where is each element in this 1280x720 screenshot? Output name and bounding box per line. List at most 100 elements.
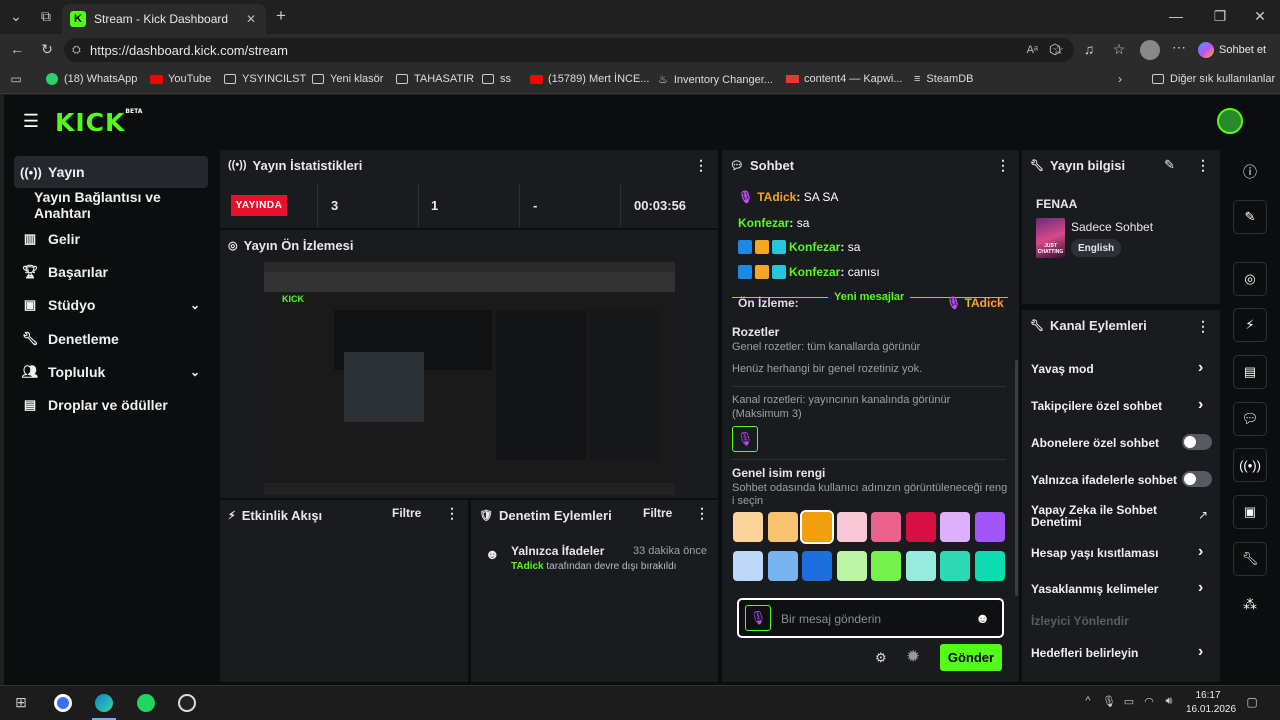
- wrench-tool-button[interactable]: 🔧︎: [1233, 542, 1267, 576]
- user-avatar[interactable]: [1217, 108, 1243, 134]
- sidebar-item-denetleme[interactable]: 🔧︎ Denetleme: [14, 323, 208, 355]
- chevron-right-icon[interactable]: ›: [1198, 396, 1203, 414]
- chat-scrollbar[interactable]: [1015, 360, 1018, 596]
- media-icon[interactable]: ♫: [1080, 41, 1098, 57]
- tab-menu-chevron-icon[interactable]: ⌄: [6, 8, 26, 25]
- color-swatch[interactable]: [871, 512, 901, 542]
- action-ai-moderation[interactable]: Yapay Zeka ile Sohbet Denetimi: [1031, 504, 1181, 528]
- bookmark-folder-yeni[interactable]: Yeni klasör: [312, 73, 383, 85]
- action-followers-only[interactable]: Takipçilere özel sohbet: [1031, 399, 1162, 413]
- sidebar-item-basarilar[interactable]: 🏆︎ Başarılar: [14, 256, 208, 288]
- action-account-age[interactable]: Hesap yaşı kısıtlaması: [1031, 546, 1158, 560]
- extensions-icon[interactable]: ⬡: [1046, 41, 1064, 58]
- broadcast-tool-button[interactable]: ((•)): [1233, 448, 1267, 482]
- sidebar-item-topluluk[interactable]: 👥︎ Topluluk ⌄: [14, 356, 208, 388]
- refresh-icon[interactable]: ↻: [38, 41, 56, 58]
- profile-avatar[interactable]: [1140, 40, 1160, 60]
- chevron-right-icon[interactable]: ›: [1198, 643, 1203, 661]
- color-swatch[interactable]: [733, 551, 763, 581]
- chat-tool-button[interactable]: 💬︎: [1233, 402, 1267, 436]
- stream-preview-video[interactable]: KICK: [264, 262, 675, 495]
- bookmarks-more-icon[interactable]: ›: [1114, 72, 1126, 86]
- emoji-picker-icon[interactable]: ☻: [975, 610, 990, 626]
- bookmark-whatsapp[interactable]: (18) WhatsApp: [46, 73, 137, 85]
- new-tab-icon[interactable]: +: [272, 6, 290, 26]
- chat-gear-badge-icon[interactable]: ✹: [906, 647, 920, 667]
- bookmark-youtube[interactable]: YouTube: [150, 73, 211, 85]
- chat-username[interactable]: Konfezar: [738, 216, 789, 230]
- kick-logo[interactable]: KICKBETA: [55, 108, 142, 137]
- stream-info-menu-icon[interactable]: ⋮: [1196, 157, 1210, 174]
- sidebar-item-studyo[interactable]: ▣ Stüdyo ⌄: [14, 289, 208, 321]
- category-thumbnail[interactable]: JUST CHATTING: [1036, 218, 1065, 258]
- microphone-icon[interactable]: 🎙︎: [1102, 695, 1116, 708]
- chat-menu-icon[interactable]: ⋮: [996, 157, 1010, 174]
- moderation-menu-icon[interactable]: ⋮: [695, 505, 709, 522]
- clock[interactable]: 16:17 16.01.2026: [1186, 689, 1236, 717]
- color-swatch[interactable]: [871, 551, 901, 581]
- chat-username[interactable]: Konfezar: [789, 265, 840, 279]
- chat-settings-icon[interactable]: ⚙: [875, 650, 887, 666]
- site-info-icon[interactable]: ⛭: [72, 44, 81, 57]
- moderation-filter-button[interactable]: Filtre: [643, 506, 672, 520]
- color-swatch[interactable]: [905, 551, 936, 581]
- color-swatch[interactable]: [974, 551, 1005, 581]
- wifi-icon[interactable]: ◠: [1142, 695, 1156, 708]
- sidebar-item-droplar[interactable]: ▤ Droplar ve ödüller: [14, 389, 208, 421]
- color-swatch[interactable]: [733, 512, 763, 542]
- color-swatch[interactable]: [767, 551, 798, 581]
- edit-tool-button[interactable]: ✎: [1233, 200, 1267, 234]
- preview-tool-button[interactable]: ◎: [1233, 262, 1267, 296]
- collections-icon[interactable]: ☆: [1110, 41, 1128, 58]
- edge-icon[interactable]: [95, 694, 113, 712]
- action-banned-words[interactable]: Yasaklanmış kelimeler: [1031, 582, 1158, 596]
- color-swatch[interactable]: [836, 512, 867, 542]
- chat-input-box[interactable]: 🎙︎ Bir mesaj gönderin ☻: [737, 598, 1004, 638]
- activity-tool-button[interactable]: ⚡︎: [1233, 308, 1267, 342]
- url-field[interactable]: ⛭ https://dashboard.kick.com/stream Aᵃ ☆: [64, 38, 1074, 62]
- app-icon[interactable]: [54, 694, 72, 712]
- minimize-icon[interactable]: —: [1168, 8, 1184, 24]
- hamburger-menu-icon[interactable]: ☰: [22, 111, 40, 132]
- browser-menu-icon[interactable]: ⋯: [1170, 39, 1188, 56]
- sidebar-item-gelir[interactable]: ▥ Gelir: [14, 223, 208, 255]
- chat-username[interactable]: TAdick: [757, 190, 796, 204]
- color-swatch[interactable]: [940, 551, 970, 581]
- emotes-only-toggle[interactable]: [1182, 471, 1212, 487]
- spotify-icon[interactable]: [137, 694, 155, 712]
- back-icon[interactable]: ←: [8, 41, 26, 57]
- restore-icon[interactable]: ❐: [1212, 8, 1228, 25]
- channel-actions-menu-icon[interactable]: ⋮: [1196, 318, 1210, 335]
- bookmarks-toggle-icon[interactable]: ▭: [8, 72, 24, 86]
- bookmark-content4[interactable]: content4 — Kapwi...: [786, 73, 902, 85]
- bookmark-inventory[interactable]: ♨ Inventory Changer...: [658, 73, 773, 87]
- bookmark-folder-ysyincilst[interactable]: YSYINCILST: [224, 73, 306, 85]
- read-aloud-icon[interactable]: Aᵃ: [1027, 44, 1038, 56]
- bookmark-steamdb[interactable]: ≡ SteamDB: [914, 73, 974, 85]
- battery-icon[interactable]: ▭: [1122, 695, 1136, 708]
- more-tools-icon[interactable]: ⁂: [1242, 596, 1258, 613]
- stats-menu-icon[interactable]: ⋮: [694, 157, 708, 174]
- activity-menu-icon[interactable]: ⋮: [445, 505, 459, 522]
- sidebar-item-stream-key[interactable]: Yayın Bağlantısı ve Anahtarı: [14, 189, 208, 221]
- bookmark-folder-ss[interactable]: ss: [482, 73, 511, 85]
- action-slow-mode[interactable]: Yavaş mod: [1031, 362, 1094, 376]
- chevron-right-icon[interactable]: ›: [1198, 543, 1203, 561]
- external-link-icon[interactable]: ↗: [1198, 508, 1208, 522]
- edit-icon[interactable]: ✎: [1164, 157, 1175, 173]
- chat-username[interactable]: Konfezar: [789, 240, 840, 254]
- chevron-right-icon[interactable]: ›: [1198, 579, 1203, 597]
- tab-close-icon[interactable]: ✕: [246, 12, 256, 26]
- subscribers-only-toggle[interactable]: [1182, 434, 1212, 450]
- browser-tab-active[interactable]: K Stream - Kick Dashboard ✕: [62, 4, 266, 34]
- action-goals[interactable]: Hedefleri belirleyin: [1031, 646, 1138, 660]
- sidebar-item-yayin[interactable]: ((•)) Yayın: [14, 156, 208, 188]
- window-close-icon[interactable]: ✕: [1252, 8, 1268, 25]
- tray-chevron-icon[interactable]: ^: [1082, 695, 1094, 707]
- color-swatch[interactable]: [974, 512, 1005, 542]
- mod-action-user[interactable]: TAdick: [511, 561, 544, 572]
- workspaces-icon[interactable]: ⧉: [36, 8, 56, 25]
- category-name[interactable]: Sadece Sohbet: [1071, 220, 1153, 234]
- other-bookmarks[interactable]: Diğer sık kullanılanlar: [1152, 73, 1275, 85]
- notes-tool-button[interactable]: ▤: [1233, 355, 1267, 389]
